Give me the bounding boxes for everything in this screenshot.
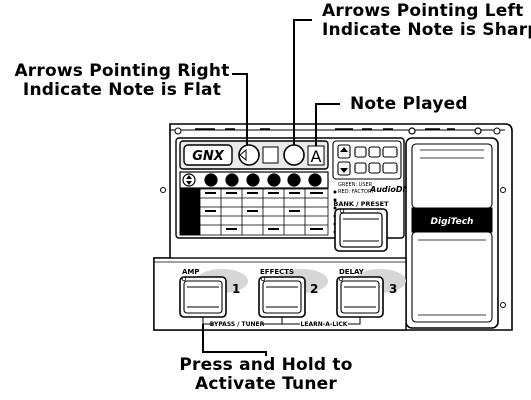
- callout-tuner: Press and Hold to Activate Tuner: [162, 356, 370, 394]
- flat-indicator-ring: [238, 144, 260, 166]
- callout-sharp-line1: Arrows Pointing Left: [322, 1, 524, 21]
- bank-preset-switch: BANK / PRESET: [333, 200, 389, 252]
- callout-flat-line1: Arrows Pointing Right: [14, 61, 230, 81]
- tuner-diagram: GNX A GREEN: USER RED: FACTORY AudioDNA …: [0, 0, 531, 396]
- footswitch-effects-number: 2: [310, 282, 318, 296]
- callout-tuner-line1: Press and Hold to: [179, 355, 353, 375]
- footswitch-effects-label: EFFECTS: [260, 268, 294, 276]
- device-illustration: GNX A GREEN: USER RED: FACTORY AudioDNA …: [153, 19, 513, 356]
- knob-row: [179, 171, 329, 189]
- callout-sharp: Arrows Pointing Left Indicate Note is Sh…: [322, 2, 531, 40]
- brand-logo: DigiTech: [431, 217, 474, 227]
- expression-pedal: DigiTech: [405, 137, 499, 329]
- footswitch-amp-number: 1: [232, 282, 240, 296]
- callout-note-played: Note Played: [350, 95, 468, 114]
- sharp-indicator-ring: [283, 144, 305, 166]
- learn-a-lick-label: LEARN-A-LICK: [301, 321, 348, 328]
- gnx-logo: GNX: [192, 149, 225, 164]
- footswitch-delay-number: 3: [389, 282, 397, 296]
- callout-flat-line2: Indicate Note is Flat: [22, 80, 222, 100]
- callout-sharp-line2: Indicate Note is Sharp: [322, 20, 531, 40]
- status-text-user: GREEN: USER: [338, 182, 373, 188]
- callout-note-line1: Note Played: [350, 94, 468, 114]
- footswitch-amp-label: AMP: [182, 268, 200, 276]
- bank-preset-label: BANK / PRESET: [333, 200, 389, 208]
- footswitch-delay-label: DELAY: [339, 268, 365, 276]
- button-cluster: [332, 140, 402, 180]
- bypass-tuner-label: BYPASS / TUNER: [210, 321, 265, 328]
- note-display: A: [311, 147, 322, 166]
- parameter-matrix: [179, 188, 329, 236]
- callout-tuner-line2: Activate Tuner: [195, 374, 337, 394]
- display-window: GNX A: [179, 140, 329, 170]
- callout-flat: Arrows Pointing Right Indicate Note is F…: [6, 62, 238, 100]
